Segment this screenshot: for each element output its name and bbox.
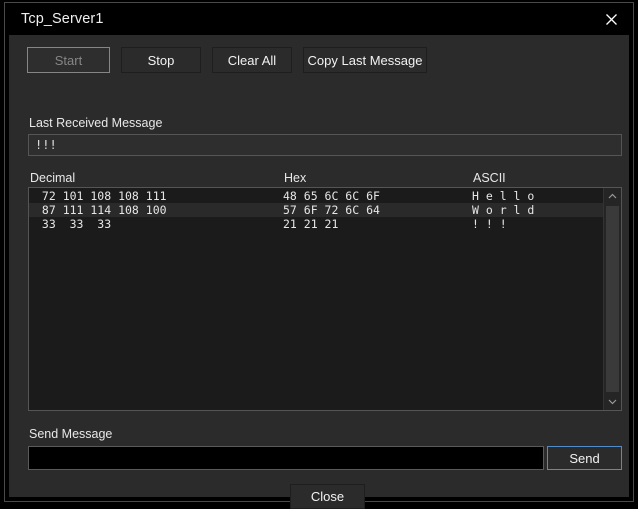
cell-ascii: H e l l o [472, 189, 535, 203]
last-received-message-value: !!! [28, 134, 622, 156]
clear-all-button[interactable]: Clear All [212, 47, 292, 73]
close-icon [605, 13, 618, 26]
cell-decimal: 87 111 114 108 100 [35, 203, 167, 217]
table-row[interactable]: 87 111 114 108 100 57 6F 72 6C 64 W o r … [29, 203, 603, 217]
window-close-button[interactable] [589, 4, 633, 35]
message-list-scrollbar[interactable] [603, 188, 621, 410]
message-list-rows: 72 101 108 108 111 48 65 6C 6C 6F H e l … [29, 188, 603, 410]
window-title: Tcp_Server1 [21, 11, 104, 27]
scroll-up-button[interactable] [604, 188, 621, 205]
send-message-input[interactable] [28, 446, 544, 470]
close-button[interactable]: Close [290, 484, 365, 509]
scrollbar-track[interactable] [604, 205, 621, 393]
cell-hex: 48 65 6C 6C 6F [283, 189, 380, 203]
scroll-down-button[interactable] [604, 393, 621, 410]
stop-button[interactable]: Stop [121, 47, 201, 73]
column-header-hex: Hex [284, 171, 307, 185]
copy-last-message-button[interactable]: Copy Last Message [303, 47, 427, 73]
cell-decimal: 33 33 33 [35, 217, 112, 231]
column-header-ascii: ASCII [473, 171, 506, 185]
send-message-label: Send Message [29, 427, 113, 441]
chevron-up-icon [608, 193, 617, 200]
tcp-server-window: Tcp_Server1 Start Stop Clear All Copy La… [4, 2, 634, 509]
table-row[interactable]: 33 33 33 21 21 21 ! ! ! [29, 217, 603, 231]
last-received-message-label: Last Received Message [29, 116, 163, 130]
cell-hex: 57 6F 72 6C 64 [283, 203, 380, 217]
start-button[interactable]: Start [27, 47, 110, 73]
send-button[interactable]: Send [547, 446, 622, 470]
chevron-down-icon [608, 398, 617, 405]
scrollbar-thumb[interactable] [606, 206, 619, 392]
column-header-decimal: Decimal [30, 171, 76, 185]
cell-ascii: W o r l d [472, 203, 535, 217]
dialog-panel: Start Stop Clear All Copy Last Message L… [9, 35, 629, 509]
cell-ascii: ! ! ! [472, 217, 507, 231]
cell-decimal: 72 101 108 108 111 [35, 189, 167, 203]
table-row[interactable]: 72 101 108 108 111 48 65 6C 6C 6F H e l … [29, 189, 603, 203]
message-list[interactable]: 72 101 108 108 111 48 65 6C 6C 6F H e l … [28, 187, 622, 411]
window-titlebar: Tcp_Server1 [5, 3, 633, 35]
cell-hex: 21 21 21 [283, 217, 339, 231]
toolbar: Start Stop Clear All Copy Last Message [27, 47, 427, 73]
